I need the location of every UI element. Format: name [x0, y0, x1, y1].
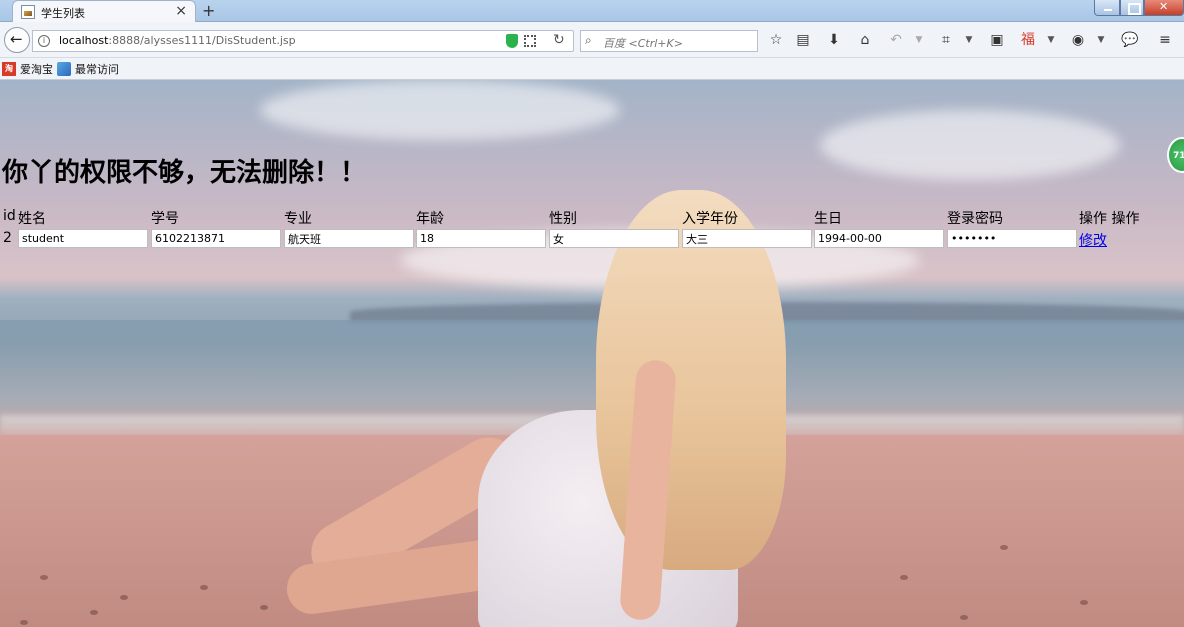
chat-icon[interactable]: 💬 — [1121, 32, 1138, 48]
close-window-button[interactable] — [1144, 0, 1184, 16]
side-widget-badge[interactable]: 71 — [1167, 137, 1184, 173]
url-host: localhost — [59, 34, 109, 47]
taobao-icon: 淘 — [2, 62, 16, 76]
header-id: id — [3, 208, 16, 224]
major-field[interactable] — [284, 229, 414, 248]
browser-tab[interactable]: 学生列表 × — [12, 0, 196, 22]
page-favicon-icon — [21, 5, 35, 19]
edit-link[interactable]: 修改 — [1079, 230, 1107, 250]
pebble — [20, 620, 28, 625]
page-content: 71 你丫的权限不够，无法删除！！ id 姓名 学号 专业 年龄 性别 入学年份… — [0, 80, 1184, 627]
name-field[interactable] — [18, 229, 148, 248]
pebble — [900, 575, 908, 580]
gender-field[interactable] — [549, 229, 679, 248]
bookmarks-bar: 淘 爱淘宝 最常访问 — [0, 58, 1184, 80]
search-placeholder: 百度 <Ctrl+K> — [603, 37, 683, 50]
tab-close-icon[interactable]: × — [175, 3, 187, 19]
address-bar[interactable]: i localhost:8888/alysses1111/DisStudent.… — [32, 30, 574, 52]
search-icon: ⌕ — [585, 33, 592, 47]
minimize-button[interactable] — [1094, 0, 1120, 16]
crop-dropdown-icon[interactable]: ▼ — [964, 32, 974, 48]
url-path: :8888/alysses1111/DisStudent.jsp — [108, 34, 296, 47]
image-icon[interactable]: ▣ — [989, 32, 1005, 48]
pebble — [260, 605, 268, 610]
reading-list-icon[interactable]: ▤ — [795, 32, 811, 48]
crop-icon[interactable]: ⌗ — [938, 32, 954, 48]
undo-icon[interactable]: ↶ — [888, 32, 904, 48]
cloud-shape — [260, 80, 620, 140]
new-tab-button[interactable]: + — [202, 1, 215, 20]
permission-error-message: 你丫的权限不够，无法删除！！ — [2, 158, 367, 188]
search-bar[interactable]: ⌕ 百度 <Ctrl+K> — [580, 30, 758, 52]
pebble — [960, 615, 968, 620]
folder-icon — [57, 62, 71, 76]
tab-strip: 学生列表 × + — [0, 0, 1184, 22]
navigation-toolbar: i localhost:8888/alysses1111/DisStudent.… — [0, 22, 1184, 58]
header-gender: 性别 — [549, 211, 577, 227]
header-name: 姓名 — [18, 211, 46, 227]
header-birthday: 生日 — [814, 211, 842, 227]
tab-title: 学生列表 — [41, 7, 85, 20]
download-icon[interactable]: ⬇ — [826, 32, 842, 48]
reload-icon[interactable]: ↻ — [553, 32, 565, 48]
row-id: 2 — [3, 230, 12, 246]
site-info-icon[interactable]: i — [38, 35, 50, 47]
fortune-icon[interactable]: 福 — [1020, 32, 1036, 48]
header-major: 专业 — [284, 211, 312, 227]
header-actions: 操作 操作 — [1079, 211, 1140, 227]
home-icon[interactable]: ⌂ — [857, 32, 873, 48]
cloud-shape — [820, 110, 1120, 180]
birthday-field[interactable] — [814, 229, 944, 248]
back-button[interactable] — [4, 27, 30, 53]
age-field[interactable] — [416, 229, 546, 248]
pebble — [40, 575, 48, 580]
header-age: 年龄 — [416, 211, 444, 227]
maximize-button[interactable] — [1120, 0, 1144, 16]
pebble — [120, 595, 128, 600]
pebble — [90, 610, 98, 615]
header-password: 登录密码 — [947, 211, 1003, 227]
shield-icon[interactable] — [506, 34, 518, 48]
header-year: 入学年份 — [682, 211, 738, 227]
table-header-row: id 姓名 学号 专业 年龄 性别 入学年份 生日 登录密码 操作 操作 — [0, 208, 1184, 227]
password-field[interactable] — [947, 229, 1077, 248]
url-text: localhost:8888/alysses1111/DisStudent.js… — [59, 34, 296, 47]
enrollment-year-field[interactable] — [682, 229, 812, 248]
bookmark-item[interactable]: 最常访问 — [75, 61, 119, 77]
table-row: 2 修改 — [0, 228, 1184, 250]
header-student-no: 学号 — [151, 211, 179, 227]
pebble — [1000, 545, 1008, 550]
bookmark-star-icon[interactable]: ☆ — [768, 32, 784, 48]
pebble — [200, 585, 208, 590]
bookmark-item[interactable]: 爱淘宝 — [20, 61, 53, 77]
fortune-dropdown-icon[interactable]: ▼ — [1046, 32, 1056, 48]
camera-icon[interactable]: ◉ — [1070, 32, 1086, 48]
qr-code-icon[interactable] — [524, 35, 536, 47]
undo-dropdown-icon[interactable]: ▼ — [914, 32, 924, 48]
menu-icon[interactable]: ≡ — [1157, 32, 1173, 48]
pebble — [1080, 600, 1088, 605]
student-no-field[interactable] — [151, 229, 281, 248]
camera-dropdown-icon[interactable]: ▼ — [1096, 32, 1106, 48]
